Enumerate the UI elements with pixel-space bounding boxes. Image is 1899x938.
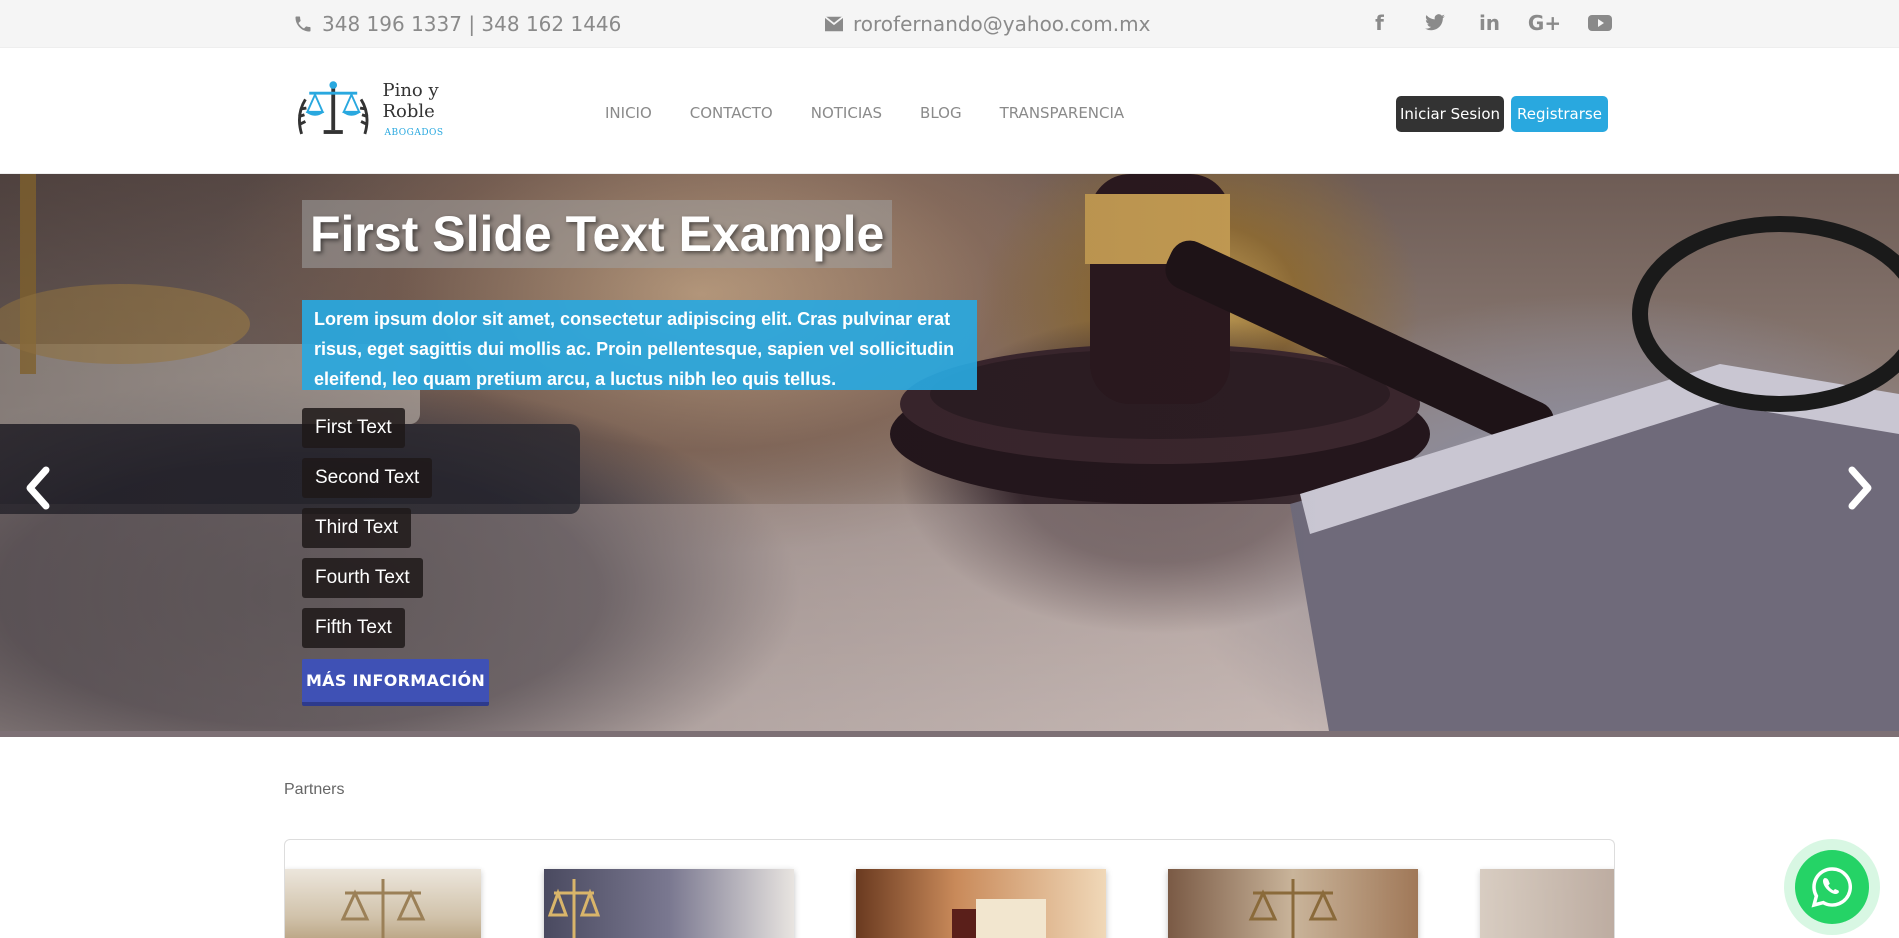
nav-transparencia[interactable]: TRANSPARENCIA: [1000, 104, 1125, 122]
main-nav: INICIO CONTACTO NOTICIAS BLOG TRANSPAREN…: [605, 104, 1124, 122]
whatsapp-button[interactable]: [1784, 839, 1880, 935]
youtube-icon[interactable]: [1572, 9, 1627, 37]
hero-slider: First Slide Text Example Lorem ipsum dol…: [0, 174, 1899, 737]
login-button[interactable]: Iniciar Sesion: [1396, 96, 1504, 132]
partner-card[interactable]: [544, 869, 794, 938]
logo-subtitle: ABOGADOS: [384, 128, 444, 138]
partners-heading: Partners: [284, 781, 345, 798]
partner-card[interactable]: [285, 869, 481, 938]
site-logo[interactable]: Pino y Roble ABOGADOS: [292, 75, 492, 143]
twitter-icon[interactable]: [1407, 9, 1462, 37]
nav-inicio[interactable]: INICIO: [605, 104, 652, 122]
phone-text: 348 196 1337 | 348 162 1446: [322, 12, 622, 36]
phone-info: 348 196 1337 | 348 162 1446: [292, 10, 621, 38]
slide-tag-3: Third Text: [302, 508, 412, 548]
google-plus-icon[interactable]: G+: [1517, 9, 1572, 37]
slide-tag-1: First Text: [302, 408, 405, 448]
scales-of-justice-icon: [297, 81, 369, 135]
site-header: Pino y Roble ABOGADOS INICIO CONTACTO NO…: [0, 48, 1899, 174]
facebook-icon[interactable]: f: [1352, 9, 1407, 37]
email-info: rorofernando@yahoo.com.mx: [823, 10, 1150, 38]
phone-icon: [292, 13, 314, 35]
slide-description: Lorem ipsum dolor sit amet, consectetur …: [302, 300, 977, 390]
slider-next-arrow-icon[interactable]: [1840, 466, 1880, 510]
partner-card[interactable]: [1168, 869, 1418, 938]
partner-card[interactable]: [856, 869, 1106, 938]
whatsapp-icon: [1795, 850, 1869, 924]
slide-tag-4: Fourth Text: [302, 558, 423, 598]
logo-name: Pino y Roble: [382, 80, 439, 122]
email-text[interactable]: rorofernando@yahoo.com.mx: [853, 12, 1150, 36]
register-button[interactable]: Registrarse: [1511, 96, 1608, 132]
partner-card[interactable]: [1480, 869, 1614, 938]
nav-contacto[interactable]: CONTACTO: [690, 104, 773, 122]
more-info-button[interactable]: MÁS INFORMACIÓN: [302, 659, 489, 706]
nav-blog[interactable]: BLOG: [920, 104, 962, 122]
top-bar: 348 196 1337 | 348 162 1446 rorofernando…: [0, 0, 1899, 48]
slide-tag-2: Second Text: [302, 458, 433, 498]
mail-icon: [823, 13, 845, 35]
slide-tag-5: Fifth Text: [302, 608, 405, 648]
slide-title: First Slide Text Example: [302, 200, 893, 268]
linkedin-icon[interactable]: in: [1462, 9, 1517, 37]
social-links: f in G+: [1352, 9, 1627, 37]
slider-prev-arrow-icon[interactable]: [18, 466, 58, 510]
partners-carousel: [284, 839, 1615, 938]
nav-noticias[interactable]: NOTICIAS: [811, 104, 882, 122]
